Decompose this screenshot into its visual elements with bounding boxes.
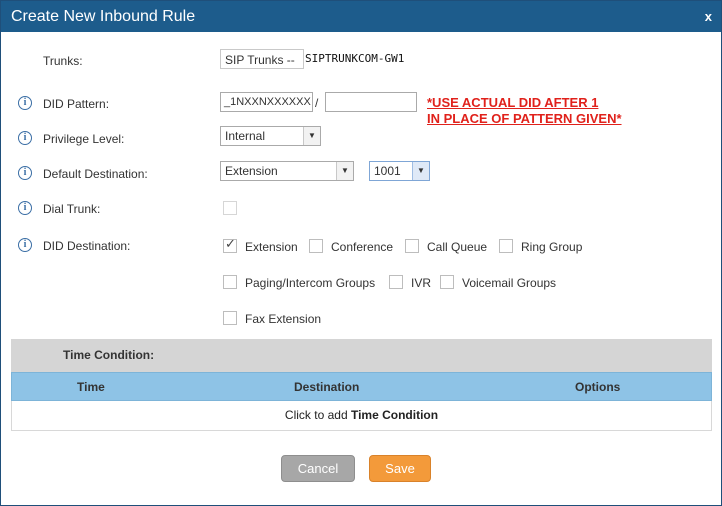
extension-checkbox[interactable] xyxy=(223,237,237,253)
ivr-option-label: IVR xyxy=(411,276,432,290)
did-pattern-label: DID Pattern: xyxy=(43,97,110,111)
info-icon[interactable]: i xyxy=(18,131,32,145)
info-icon[interactable]: i xyxy=(18,96,32,110)
column-header-destination: Destination xyxy=(294,380,360,394)
ring-group-option-label: Ring Group xyxy=(521,240,583,254)
dialog-title: Create New Inbound Rule xyxy=(11,8,196,25)
info-icon[interactable]: i xyxy=(18,238,32,252)
paging-intercom-checkbox[interactable] xyxy=(223,275,237,289)
did-pattern-second-input[interactable] xyxy=(325,92,417,112)
chevron-down-icon: ▼ xyxy=(303,127,320,145)
fax-extension-option-label: Fax Extension xyxy=(245,312,322,326)
trunk-name: SIPTRUNKCOM-GW1 xyxy=(305,52,405,65)
info-icon[interactable]: i xyxy=(18,201,32,215)
time-condition-header: Time Condition: xyxy=(11,339,712,372)
did-pattern-input[interactable]: _1NXXNXXXXXX xyxy=(220,92,313,112)
did-pattern-value: _1NXXNXXXXXX xyxy=(224,96,311,108)
voicemail-groups-checkbox[interactable] xyxy=(440,275,454,289)
dialog-titlebar: Create New Inbound Rule x xyxy=(1,1,721,32)
extension-option-label: Extension xyxy=(245,240,298,254)
ring-group-checkbox[interactable] xyxy=(499,239,513,253)
default-destination-select[interactable]: Extension ▼ xyxy=(220,161,354,181)
conference-option-label: Conference xyxy=(331,240,394,254)
fax-extension-checkbox[interactable] xyxy=(223,311,237,325)
extension-select[interactable]: 1001 ▼ xyxy=(369,161,430,181)
add-time-condition-link[interactable]: Click to add Time Condition xyxy=(285,408,438,422)
did-pattern-separator: / xyxy=(315,96,319,110)
save-button[interactable]: Save xyxy=(369,455,431,482)
column-header-time: Time xyxy=(77,380,105,394)
time-condition-table-header: Time Destination Options xyxy=(11,372,712,401)
privilege-level-label: Privilege Level: xyxy=(43,132,125,146)
dial-trunk-label: Dial Trunk: xyxy=(43,202,101,216)
column-header-options: Options xyxy=(575,380,621,394)
extension-value: 1001 xyxy=(374,164,401,178)
chevron-down-icon: ▼ xyxy=(412,162,429,180)
did-annotation: *USE ACTUAL DID AFTER 1 IN PLACE OF PATT… xyxy=(427,95,622,127)
add-time-condition-bold: Time Condition xyxy=(350,408,439,422)
paging-intercom-option-label: Paging/Intercom Groups xyxy=(245,276,376,290)
privilege-level-select[interactable]: Internal ▼ xyxy=(220,126,321,146)
did-destination-label: DID Destination: xyxy=(43,239,131,253)
ivr-checkbox[interactable] xyxy=(389,275,403,289)
chevron-down-icon: ▼ xyxy=(336,162,353,180)
voicemail-groups-option-label: Voicemail Groups xyxy=(462,276,557,290)
trunks-label: Trunks: xyxy=(43,54,83,68)
close-button[interactable]: x xyxy=(705,9,712,24)
add-time-condition-prefix: Click to add xyxy=(284,408,351,422)
default-destination-label: Default Destination: xyxy=(43,167,148,181)
cancel-button[interactable]: Cancel xyxy=(281,455,355,482)
info-icon[interactable]: i xyxy=(18,166,32,180)
trunks-prefix: SIP Trunks -- xyxy=(225,53,295,67)
default-destination-value: Extension xyxy=(225,164,278,178)
call-queue-checkbox[interactable] xyxy=(405,239,419,253)
trunks-field: SIP Trunks -- xyxy=(220,49,304,69)
dial-trunk-checkbox[interactable] xyxy=(223,201,237,215)
conference-checkbox[interactable] xyxy=(309,239,323,253)
create-inbound-rule-dialog: Create New Inbound Rule x Trunks: SIP Tr… xyxy=(0,0,722,506)
did-annotation-line2: IN PLACE OF PATTERN GIVEN* xyxy=(427,111,622,126)
call-queue-option-label: Call Queue xyxy=(427,240,488,254)
time-condition-table-body: Click to add Time Condition xyxy=(11,401,712,431)
did-annotation-line1: *USE ACTUAL DID AFTER 1 xyxy=(427,95,599,110)
time-condition-title: Time Condition: xyxy=(63,348,155,362)
privilege-level-value: Internal xyxy=(225,129,266,143)
